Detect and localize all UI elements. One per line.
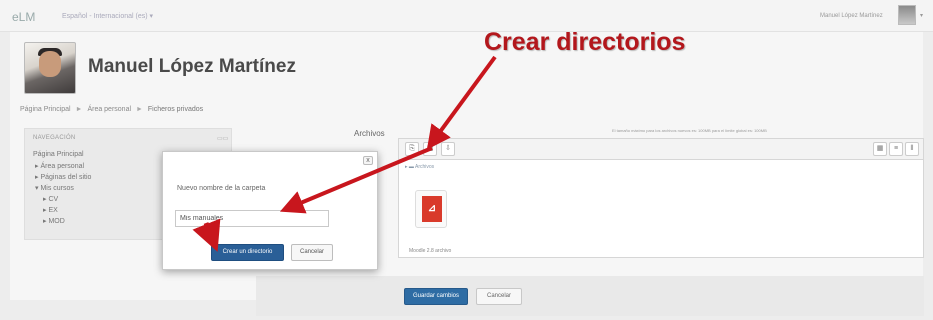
view-icons-icon[interactable]: ▦ <box>873 142 887 156</box>
create-folder-button[interactable]: Crear un directorio <box>211 244 284 261</box>
folder-path[interactable]: ▸ ▬ Archivos <box>405 164 434 170</box>
file-thumbnail[interactable]: ⊿ <box>415 190 447 228</box>
cancel-button[interactable]: Cancelar <box>476 288 522 305</box>
language-menu[interactable]: Español - Internacional (es) ▾ <box>62 12 153 20</box>
pdf-file-icon: ⊿ <box>422 196 442 222</box>
view-details-icon[interactable]: ≡ <box>889 142 903 156</box>
create-folder-icon[interactable]: ▦ <box>423 142 437 156</box>
nav-item-my-courses[interactable]: ▾ Mis cursos <box>35 184 74 192</box>
folder-name-label: Nuevo nombre de la carpeta <box>177 185 266 192</box>
dialog-cancel-button[interactable]: Cancelar <box>291 244 333 261</box>
save-changes-button[interactable]: Guardar cambios <box>404 288 468 305</box>
files-label: Archivos <box>354 129 385 138</box>
breadcrumb: Página Principal ► Área personal ► Fiche… <box>20 106 206 124</box>
page-title: Manuel López Martínez <box>88 56 296 77</box>
folder-name-input[interactable] <box>175 210 329 227</box>
user-avatar-small[interactable] <box>898 5 916 25</box>
top-navbar: eLM Español - Internacional (es) ▾ Manue… <box>0 0 933 32</box>
filemanager-area: ▸ ▬ Archivos ⊿ Moodle 2.8 archivo <box>398 160 924 258</box>
avatar-face <box>39 51 61 77</box>
breadcrumb-area-personal[interactable]: Área personal <box>87 106 131 113</box>
chevron-down-icon[interactable]: ▾ <box>920 12 923 19</box>
user-menu-name[interactable]: Manuel López Martínez <box>820 13 883 19</box>
max-size-note: El tamaño máximo para los archivos nuevo… <box>612 128 767 133</box>
download-icon[interactable]: ⇩ <box>441 142 455 156</box>
site-brand[interactable]: eLM <box>12 10 35 24</box>
breadcrumb-separator: ► <box>75 106 83 113</box>
breadcrumb-separator: ► <box>135 106 143 113</box>
nav-item-home[interactable]: Página Principal <box>33 151 84 158</box>
add-file-icon[interactable]: ⎘ <box>405 142 419 156</box>
profile-avatar <box>24 42 76 94</box>
block-controls-icon[interactable]: ▭▭ <box>217 135 228 142</box>
annotation-title: Crear directorios <box>484 28 686 56</box>
nav-item-site-pages[interactable]: ▸ Páginas del sitio <box>35 173 91 181</box>
view-tree-icon[interactable]: ⫴ <box>905 142 919 156</box>
nav-item-area-personal[interactable]: ▸ Área personal <box>35 162 84 170</box>
file-name[interactable]: Moodle 2.8 archivo <box>409 248 451 254</box>
nav-item-course-cv[interactable]: ▸ CV <box>43 195 58 203</box>
filemanager-toolbar: ⎘ ▦ ⇩ ▦ ≡ ⫴ <box>398 138 924 160</box>
breadcrumb-home[interactable]: Página Principal <box>20 106 71 113</box>
navigation-title: NAVEGACIÓN <box>33 135 76 141</box>
breadcrumb-current: Ficheros privados <box>147 106 204 113</box>
nav-item-course-mod[interactable]: ▸ MOD <box>43 217 65 225</box>
close-icon[interactable]: x <box>363 156 373 165</box>
create-folder-dialog: x Nuevo nombre de la carpeta Crear un di… <box>162 151 378 270</box>
form-footer: Guardar cambios Cancelar <box>256 276 924 316</box>
nav-item-course-ex[interactable]: ▸ EX <box>43 206 58 214</box>
